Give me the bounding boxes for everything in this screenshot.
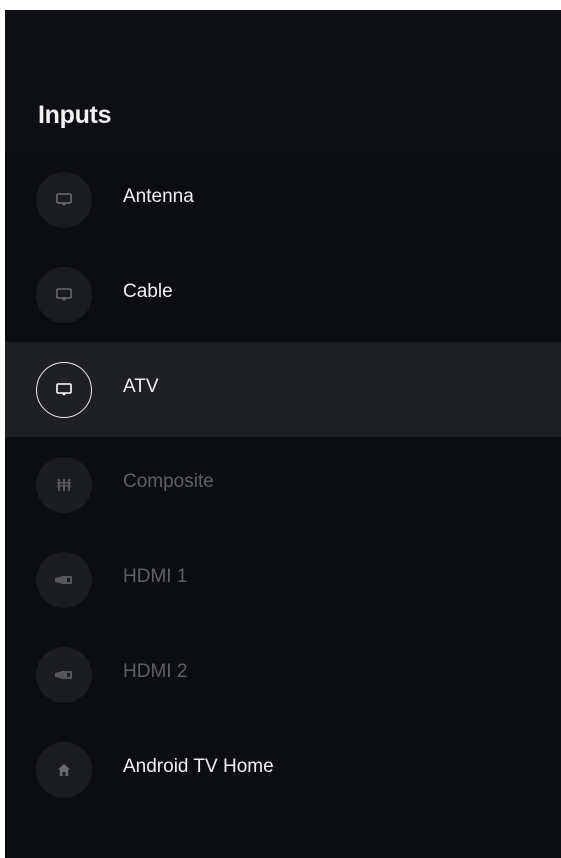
panel-header: Inputs xyxy=(5,10,561,152)
input-item-cable[interactable]: Cable xyxy=(5,247,561,342)
composite-icon xyxy=(36,457,92,513)
input-item-label: Android TV Home xyxy=(123,756,274,777)
input-item-label: Composite xyxy=(123,471,214,492)
hdmi-icon xyxy=(36,552,92,608)
input-item-label: HDMI 1 xyxy=(123,566,188,587)
inputs-list: Antenna Cable ATV Composite HDMI 1 HDMI … xyxy=(5,152,561,817)
input-item-label: Antenna xyxy=(123,186,194,207)
input-item-antenna[interactable]: Antenna xyxy=(5,152,561,247)
tv-icon xyxy=(36,267,92,323)
input-item-hdmi-2[interactable]: HDMI 2 xyxy=(5,627,561,722)
home-icon xyxy=(36,742,92,798)
inputs-panel: Inputs Antenna Cable ATV Composite HDMI … xyxy=(5,10,561,858)
hdmi-icon xyxy=(36,647,92,703)
tv-icon xyxy=(36,362,92,418)
input-item-atv[interactable]: ATV xyxy=(5,342,561,437)
input-item-label: HDMI 2 xyxy=(123,661,188,682)
panel-title: Inputs xyxy=(38,101,112,129)
input-item-hdmi-1[interactable]: HDMI 1 xyxy=(5,532,561,627)
input-item-composite[interactable]: Composite xyxy=(5,437,561,532)
input-item-label: ATV xyxy=(123,376,159,397)
tv-icon xyxy=(36,172,92,228)
input-item-android-tv-home[interactable]: Android TV Home xyxy=(5,722,561,817)
input-item-label: Cable xyxy=(123,281,173,302)
